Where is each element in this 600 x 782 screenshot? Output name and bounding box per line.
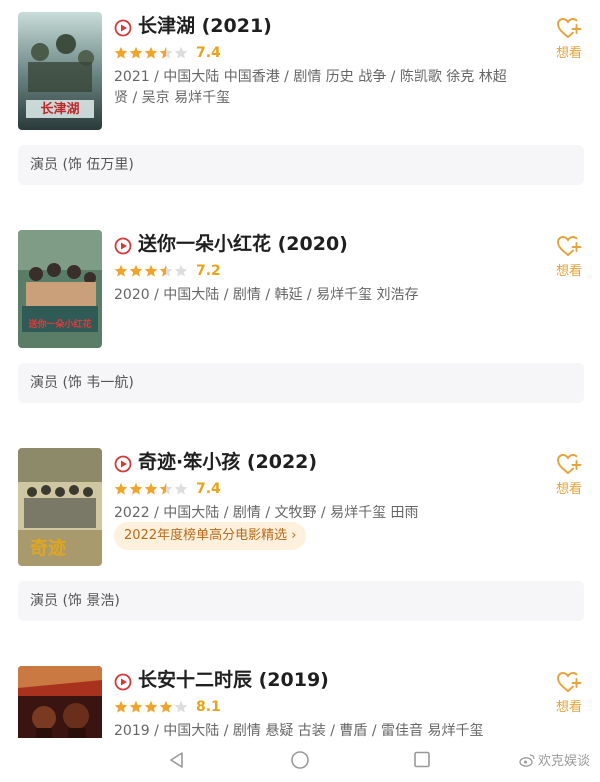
star-icon xyxy=(174,264,188,277)
movie-title[interactable]: 奇迹·笨小孩 (2022) xyxy=(138,448,317,476)
weibo-watermark-icon xyxy=(519,753,535,767)
play-icon[interactable] xyxy=(114,455,132,473)
heart-plus-icon xyxy=(557,454,582,474)
movie-title[interactable]: 长津湖 (2021) xyxy=(138,12,272,40)
play-icon[interactable] xyxy=(114,673,132,691)
heart-plus-icon xyxy=(557,236,582,256)
want-label: 想看 xyxy=(555,264,582,279)
movie-title[interactable]: 长安十二时辰 (2019) xyxy=(138,666,329,694)
star-icon xyxy=(114,46,128,59)
star-icon xyxy=(159,264,173,277)
star-icon xyxy=(159,46,173,59)
system-nav-bar: 欢克娱谈 xyxy=(0,738,600,782)
home-nav-icon[interactable] xyxy=(290,751,310,771)
play-icon[interactable] xyxy=(114,19,132,37)
want-to-watch-button[interactable]: 想看 xyxy=(548,16,590,61)
role-info[interactable]: 演员 (饰 韦一航) xyxy=(18,363,584,403)
star-icon xyxy=(114,482,128,495)
star-icon xyxy=(159,700,173,713)
rating-score: 7.4 xyxy=(196,45,221,61)
heart-plus-icon xyxy=(557,672,582,692)
star-icon xyxy=(144,46,158,59)
movie-meta: 2020 / 中国大陆 / 剧情 / 韩延 / 易烊千玺 刘浩存 xyxy=(114,287,419,303)
want-label: 想看 xyxy=(555,700,582,715)
rating-score: 7.4 xyxy=(196,481,221,497)
poster-title: 送你一朵小红花 xyxy=(27,318,91,330)
want-to-watch-button[interactable]: 想看 xyxy=(548,452,590,497)
movie-poster[interactable]: 长津湖 xyxy=(18,12,102,130)
role-info[interactable]: 演员 (饰 景浩) xyxy=(18,581,584,621)
star-icon xyxy=(129,482,143,495)
star-icon xyxy=(144,700,158,713)
movie-title[interactable]: 送你一朵小红花 (2020) xyxy=(138,230,348,258)
role-info[interactable]: 演员 (饰 伍万里) xyxy=(18,145,584,185)
star-icon xyxy=(129,264,143,277)
star-rating xyxy=(114,482,188,496)
star-rating xyxy=(114,46,188,60)
star-icon xyxy=(174,482,188,495)
watermark: 欢克娱谈 xyxy=(519,750,590,769)
ranking-promo-link[interactable]: 2022年度榜单高分电影精选 › xyxy=(114,522,307,550)
star-icon xyxy=(129,700,143,713)
movie-meta: 2021 / 中国大陆 中国香港 / 剧情 历史 战争 / 陈凯歌 徐克 林超贤… xyxy=(114,69,507,106)
star-rating xyxy=(114,700,188,714)
star-icon xyxy=(144,264,158,277)
star-icon xyxy=(159,482,173,495)
star-icon xyxy=(129,46,143,59)
star-rating xyxy=(114,264,188,278)
movie-meta: 2022 / 中国大陆 / 剧情 / 文牧野 / 易烊千玺 田雨 xyxy=(114,505,419,521)
want-label: 想看 xyxy=(555,482,582,497)
star-icon xyxy=(144,482,158,495)
want-to-watch-button[interactable]: 想看 xyxy=(548,234,590,279)
star-icon xyxy=(174,700,188,713)
play-icon[interactable] xyxy=(114,237,132,255)
rating-score: 7.2 xyxy=(196,263,221,279)
poster-title: 奇迹 xyxy=(30,537,66,559)
poster-title: 长津湖 xyxy=(40,101,79,117)
rating: 7.4 xyxy=(114,480,221,498)
watermark-text: 欢克娱谈 xyxy=(537,753,590,768)
star-icon xyxy=(174,46,188,59)
back-nav-icon[interactable] xyxy=(168,751,186,769)
recent-apps-nav-icon[interactable] xyxy=(413,751,431,769)
rating: 7.4 xyxy=(114,44,221,62)
want-to-watch-button[interactable]: 想看 xyxy=(548,670,590,715)
movie-poster[interactable]: 奇迹 xyxy=(18,448,102,566)
heart-plus-icon xyxy=(557,18,582,38)
star-icon xyxy=(114,700,128,713)
movie-poster[interactable]: 送你一朵小红花 xyxy=(18,230,102,348)
star-icon xyxy=(114,264,128,277)
rating: 7.2 xyxy=(114,262,221,280)
want-label: 想看 xyxy=(555,46,582,61)
rating-score: 8.1 xyxy=(196,699,221,715)
rating: 8.1 xyxy=(114,698,221,716)
